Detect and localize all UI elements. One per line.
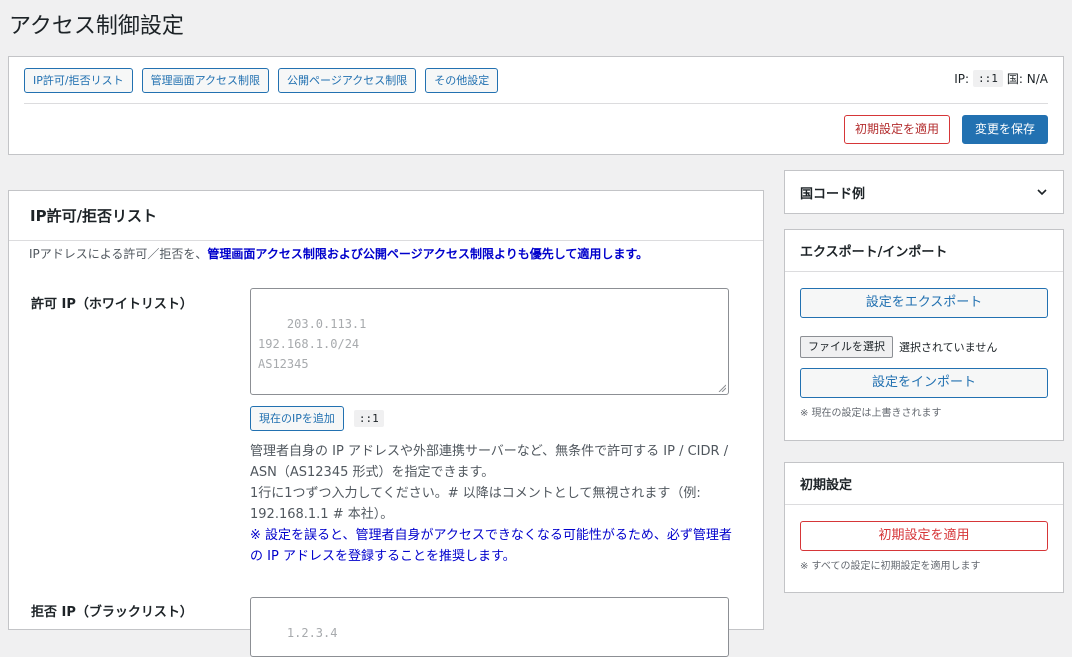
description-text: IPアドレスによる許可／拒否を、 [29,247,208,261]
export-import-body: 設定をエクスポート ファイルを選択 選択されていません 設定をインポート ※ 現… [785,272,1063,435]
toolbar-divider [24,103,1048,104]
apply-defaults-button[interactable]: 初期設定を適用 [843,115,950,144]
deny-ip-label: 拒否 IP（ブラックリスト） [31,605,193,620]
tab-other-settings[interactable]: その他設定 [425,68,499,93]
allow-ip-textarea[interactable]: 203.0.113.1 192.168.1.0/24 AS12345 [250,288,729,395]
tab-public-access[interactable]: 公開ページアクセス制限 [278,68,417,93]
help-text-2: 1行に1つずつ入力してください。# 以降はコメントとして無視されます（例: 19… [250,486,701,522]
export-settings-button[interactable]: 設定をエクスポート [800,288,1048,318]
country-codes-header[interactable]: 国コード例 [785,171,1063,213]
allow-ip-help: 管理者自身の IP アドレスや外部連携サーバーなど、無条件で許可する IP / … [250,441,740,567]
save-changes-button[interactable]: 変更を保存 [961,115,1048,144]
current-ip-info: IP: ::1 国: N/A [954,70,1048,87]
file-picker-row: ファイルを選択 選択されていません [800,336,1048,358]
import-note: ※ 現在の設定は上書きされます [800,408,942,419]
settings-toolbar: IP許可/拒否リスト 管理画面アクセス制限 公開ページアクセス制限 その他設定 … [8,56,1064,155]
help-text-1: 管理者自身の IP アドレスや外部連携サーバーなど、無条件で許可する IP / … [250,444,729,480]
add-current-ip-row: 現在のIPを追加 ::1 [250,406,384,431]
allow-ip-label: 許可 IP（ホワイトリスト） [31,297,193,312]
tab-admin-access[interactable]: 管理画面アクセス制限 [141,68,270,93]
deny-ip-textarea[interactable]: 1.2.3.4 [250,597,729,657]
reset-title: 初期設定 [800,478,853,493]
ip-label: IP: [954,71,970,86]
description-emphasis: 管理画面アクセス制限および公開ページアクセス制限よりも優先して適用します。 [207,247,649,261]
help-warning: ※ 設定を誤ると、管理者自身がアクセスできなくなる可能性がるため、必ず管理者の … [250,528,732,564]
choose-file-button[interactable]: ファイルを選択 [800,336,893,358]
export-import-header: エクスポート/インポート [785,230,1063,272]
export-import-title: エクスポート/インポート [800,245,948,260]
export-import-box: エクスポート/インポート 設定をエクスポート ファイルを選択 選択されていません… [784,229,1064,441]
country-value: 国: N/A [1006,72,1048,86]
panel-title: IP許可/拒否リスト [9,191,763,241]
reset-header: 初期設定 [785,463,1063,505]
reset-box: 初期設定 初期設定を適用 ※ すべての設定に初期設定を適用します [784,462,1064,593]
country-codes-box[interactable]: 国コード例 [784,170,1064,214]
import-settings-button[interactable]: 設定をインポート [800,368,1048,398]
reset-note: ※ すべての設定に初期設定を適用します [800,561,981,572]
country-codes-title: 国コード例 [800,186,866,202]
add-current-ip-button[interactable]: 現在のIPを追加 [250,406,344,431]
section-tabs: IP許可/拒否リスト 管理画面アクセス制限 公開ページアクセス制限 その他設定 [24,68,499,93]
chevron-down-icon[interactable] [1036,186,1048,198]
allow-ip-placeholder: 203.0.113.1 192.168.1.0/24 AS12345 [258,317,367,371]
panel-description: IPアドレスによる許可／拒否を、管理画面アクセス制限および公開ページアクセス制限… [29,245,648,262]
current-ip-chip: ::1 [353,410,384,427]
ip-value: ::1 [973,70,1003,87]
reset-defaults-button[interactable]: 初期設定を適用 [800,521,1048,551]
resize-handle-icon[interactable] [718,384,726,392]
page-title: アクセス制御設定 [9,14,184,39]
file-status: 選択されていません [899,341,998,354]
ip-list-panel: IP許可/拒否リスト IPアドレスによる許可／拒否を、管理画面アクセス制限および… [8,190,764,657]
tab-ip-list[interactable]: IP許可/拒否リスト [24,68,133,93]
reset-body: 初期設定を適用 ※ すべての設定に初期設定を適用します [785,505,1063,588]
deny-ip-placeholder: 1.2.3.4 [286,626,338,640]
